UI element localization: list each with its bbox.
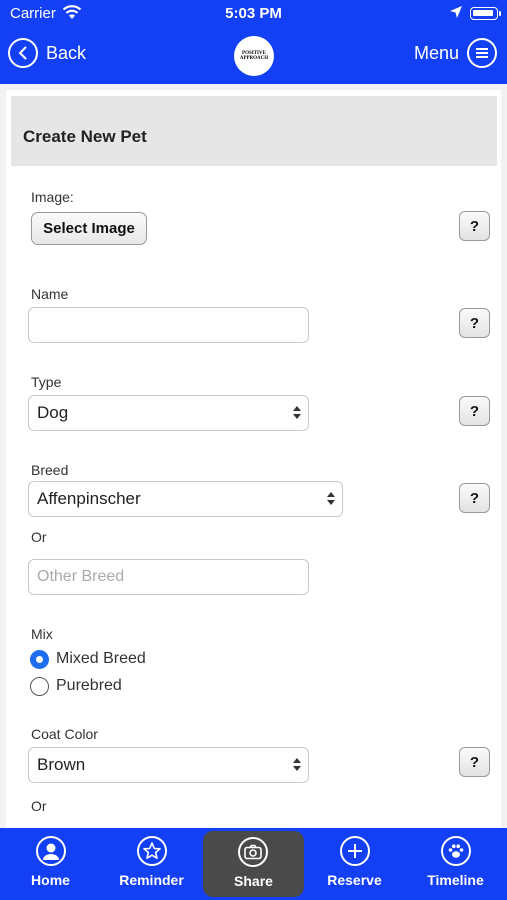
menu-label: Menu [413,42,459,63]
breed-help-button[interactable]: ? [459,483,490,513]
type-select[interactable]: Dog [28,395,309,431]
hamburger-icon [467,38,497,68]
select-arrows-icon [327,492,335,506]
person-icon [36,836,66,866]
nav-bar: Back POSITIVE APPROACH Menu [0,30,507,84]
type-label: Type [31,374,62,390]
coat-color-label: Coat Color [31,726,98,742]
tab-label: Reminder [119,872,184,888]
select-arrows-icon [293,406,301,420]
radio-unselected-icon [30,676,49,696]
tab-label: Share [234,873,273,889]
image-label: Image: [31,189,74,205]
location-icon [449,5,463,23]
plus-icon [340,836,370,866]
mix-option-label: Purebred [56,677,122,694]
tab-timeline[interactable]: Timeline [405,828,506,900]
camera-icon [238,837,268,867]
coat-color-help-button[interactable]: ? [459,747,490,777]
name-help-button[interactable]: ? [459,308,490,338]
app-logo: POSITIVE APPROACH [234,36,274,76]
type-help-button[interactable]: ? [459,396,490,426]
select-arrows-icon [293,758,301,772]
tab-label: Home [31,872,70,888]
form-card: Create New Pet Image: Select Image ? Nam… [6,90,501,828]
paw-icon [441,836,471,866]
image-help-button[interactable]: ? [459,211,490,241]
logo-text: POSITIVE APPROACH [239,50,269,62]
tab-reserve[interactable]: Reserve [304,828,405,900]
breed-label: Breed [31,462,69,478]
card-header: Create New Pet [11,96,497,166]
clock: 5:03 PM [225,5,282,22]
chevron-left-icon [8,38,38,68]
name-label: Name [31,286,69,302]
menu-button[interactable]: Menu [414,38,497,68]
coat-color-value: Brown [37,755,86,774]
back-label: Back [46,42,87,63]
tab-share[interactable]: Share [203,831,304,897]
other-breed-input[interactable]: Other Breed [28,559,309,595]
name-input[interactable] [28,307,309,343]
select-image-button[interactable]: Select Image [31,212,147,245]
page-title: Create New Pet [23,127,147,146]
mix-label: Mix [31,626,53,642]
mix-option-purebred[interactable]: Purebred [30,675,122,697]
top-bar: Carrier 5:03 PM Back POSITIVE APPROACH M… [0,0,507,84]
coat-color-select[interactable]: Brown [28,747,309,783]
breed-select[interactable]: Affenpinscher [28,481,343,517]
tab-label: Timeline [427,872,484,888]
tab-label: Reserve [327,872,382,888]
tab-home[interactable]: Home [0,828,101,900]
radio-selected-icon [30,649,49,669]
or-label: Or [31,529,47,545]
mix-option-label: Mixed Breed [56,650,146,667]
breed-value: Affenpinscher [37,489,141,508]
or-label-2: Or [31,798,47,814]
tab-bar: Home Reminder Share Reserve Timeline [0,828,507,900]
type-value: Dog [37,403,69,422]
tab-reminder[interactable]: Reminder [101,828,202,900]
star-icon [137,836,167,866]
status-bar: Carrier 5:03 PM [0,0,507,30]
mix-option-mixed-breed[interactable]: Mixed Breed [30,648,146,670]
battery-icon [470,7,501,20]
back-button[interactable]: Back [8,38,86,68]
